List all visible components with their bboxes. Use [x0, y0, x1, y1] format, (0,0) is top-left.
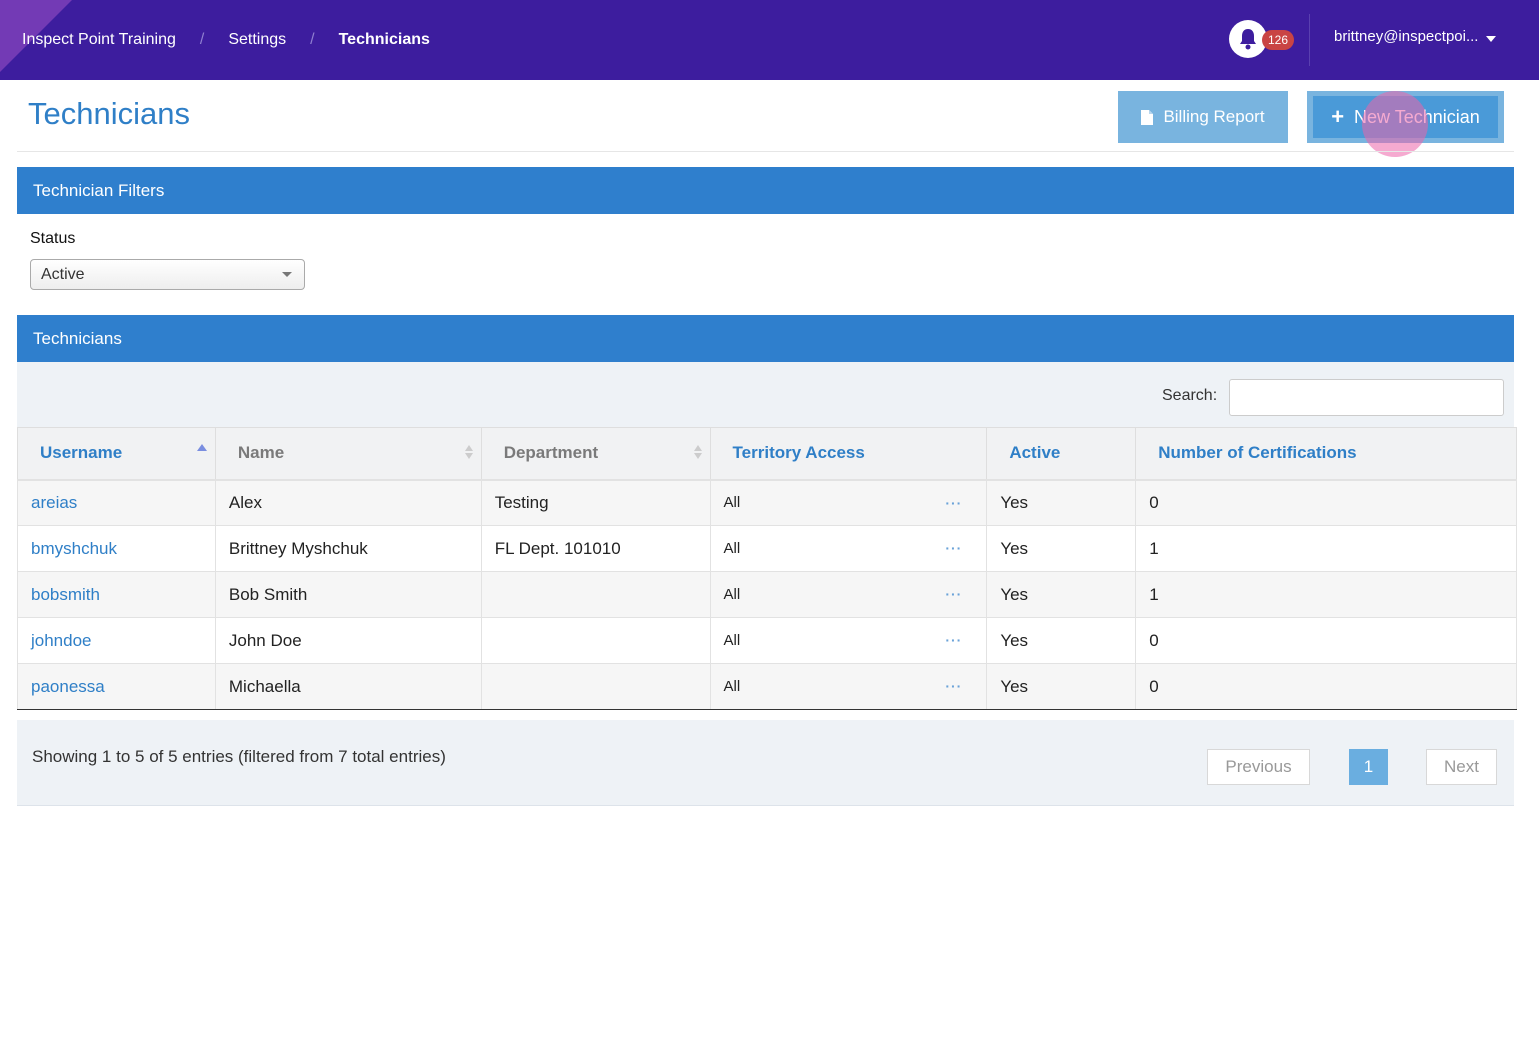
- new-technician-label: New Technician: [1354, 106, 1480, 127]
- name-cell: Michaella: [215, 663, 482, 710]
- column-header-name[interactable]: Name: [215, 427, 482, 481]
- table-row: bobsmith Bob Smith All ··· Yes 1: [17, 571, 1517, 618]
- column-header-label: Territory Access: [732, 443, 865, 463]
- certifications-cell: 1: [1135, 571, 1517, 618]
- department-cell: [481, 663, 711, 710]
- user-menu[interactable]: brittney@inspectpoi...: [1334, 28, 1497, 45]
- territory-value: All: [723, 632, 741, 649]
- column-header-username[interactable]: Username: [17, 427, 216, 481]
- column-header-active: Active: [986, 427, 1137, 481]
- table-row: johndoe John Doe All ··· Yes 0: [17, 617, 1517, 664]
- technicians-table: Username Name Department Territory Acces…: [17, 427, 1517, 710]
- nav-divider: [1309, 14, 1310, 66]
- department-cell: Testing: [481, 479, 711, 526]
- active-cell: Yes: [986, 525, 1137, 572]
- active-cell: Yes: [986, 571, 1137, 618]
- ellipsis-icon[interactable]: ···: [945, 632, 962, 648]
- sort-icon: [464, 445, 473, 459]
- entries-info: Showing 1 to 5 of 5 entries (filtered fr…: [32, 747, 446, 766]
- pagination: Previous 1 Next: [1185, 739, 1515, 799]
- department-cell: [481, 571, 711, 618]
- territory-cell: All ···: [710, 571, 988, 618]
- certifications-cell: 0: [1135, 479, 1517, 526]
- name-cell: Brittney Myshchuk: [215, 525, 482, 572]
- document-icon: [1141, 109, 1154, 125]
- billing-report-button[interactable]: Billing Report: [1118, 91, 1288, 143]
- caret-down-icon: [1486, 35, 1497, 42]
- name-cell: John Doe: [215, 617, 482, 664]
- name-cell: Alex: [215, 479, 482, 526]
- territory-cell: All ···: [710, 525, 988, 572]
- territory-value: All: [723, 540, 741, 557]
- search-label: Search:: [1162, 387, 1218, 404]
- breadcrumb: Inspect Point Training / Settings / Tech…: [22, 0, 430, 80]
- column-header-label: Active: [1009, 443, 1061, 463]
- status-select[interactable]: Active: [30, 259, 305, 290]
- territory-value: All: [723, 586, 741, 603]
- new-technician-button[interactable]: + New Technician: [1313, 96, 1498, 138]
- ellipsis-icon[interactable]: ···: [945, 678, 962, 694]
- technicians-panel-header: Technicians: [17, 315, 1514, 362]
- filters-panel-title: Technician Filters: [33, 180, 165, 200]
- column-header-certifications: Number of Certifications: [1135, 427, 1517, 481]
- user-email: brittney@inspectpoi...: [1334, 28, 1479, 45]
- table-header-row: Username Name Department Territory Acces…: [17, 427, 1517, 481]
- pagination-page-button[interactable]: 1: [1349, 749, 1388, 785]
- territory-value: All: [723, 494, 741, 512]
- chevron-down-icon: [282, 272, 292, 277]
- active-cell: Yes: [986, 617, 1137, 664]
- column-header-department[interactable]: Department: [481, 427, 711, 481]
- column-header-label: Username: [40, 443, 123, 463]
- breadcrumb-current: Technicians: [338, 31, 430, 48]
- ellipsis-icon[interactable]: ···: [945, 586, 962, 602]
- column-header-label: Number of Certifications: [1158, 443, 1357, 463]
- username-link[interactable]: areias: [17, 479, 216, 526]
- header-divider: [17, 151, 1514, 152]
- breadcrumb-separator: /: [310, 31, 315, 48]
- sort-asc-icon: [196, 444, 207, 451]
- username-link[interactable]: bobsmith: [17, 571, 216, 618]
- billing-report-label: Billing Report: [1163, 107, 1265, 126]
- new-technician-button-frame: + New Technician: [1307, 91, 1504, 143]
- technicians-panel-title: Technicians: [33, 328, 122, 348]
- ellipsis-icon[interactable]: ···: [945, 495, 962, 511]
- top-nav: Inspect Point Training / Settings / Tech…: [0, 0, 1539, 80]
- certifications-cell: 0: [1135, 663, 1517, 710]
- breadcrumb-home[interactable]: Inspect Point Training: [22, 31, 176, 49]
- status-select-value: Active: [41, 265, 85, 283]
- page-title: Technicians: [28, 96, 190, 131]
- plus-icon: +: [1331, 104, 1345, 129]
- active-cell: Yes: [986, 479, 1137, 526]
- certifications-cell: 0: [1135, 617, 1517, 664]
- territory-cell: All ···: [710, 617, 988, 664]
- department-cell: FL Dept. 101010: [481, 525, 711, 572]
- name-cell: Bob Smith: [215, 571, 482, 618]
- active-cell: Yes: [986, 663, 1137, 710]
- username-link[interactable]: paonessa: [17, 663, 216, 710]
- bell-icon: [1240, 29, 1256, 50]
- column-header-label: Name: [237, 443, 285, 463]
- territory-cell: All ···: [710, 663, 988, 710]
- notification-count-badge: 126: [1262, 30, 1294, 50]
- territory-value: All: [723, 678, 741, 695]
- username-link[interactable]: johndoe: [17, 617, 216, 664]
- breadcrumb-separator: /: [199, 31, 205, 48]
- pagination-next-button[interactable]: Next: [1426, 749, 1497, 785]
- username-link[interactable]: bmyshchuk: [17, 525, 216, 572]
- filters-panel-header: Technician Filters: [17, 167, 1514, 214]
- status-label: Status: [30, 230, 76, 247]
- ellipsis-icon[interactable]: ···: [945, 540, 962, 556]
- breadcrumb-settings[interactable]: Settings: [228, 31, 286, 49]
- column-header-territory-access: Territory Access: [710, 427, 988, 481]
- sort-icon: [693, 445, 702, 459]
- table-row: paonessa Michaella All ··· Yes 0: [17, 663, 1517, 710]
- territory-cell: All ···: [710, 479, 988, 526]
- table-row: bmyshchuk Brittney Myshchuk FL Dept. 101…: [17, 525, 1517, 572]
- table-row: areias Alex Testing All ··· Yes 0: [17, 479, 1517, 526]
- department-cell: [481, 617, 711, 664]
- column-header-label: Department: [503, 443, 599, 463]
- search-input[interactable]: [1229, 379, 1504, 416]
- pagination-previous-button[interactable]: Previous: [1207, 749, 1310, 785]
- certifications-cell: 1: [1135, 525, 1517, 572]
